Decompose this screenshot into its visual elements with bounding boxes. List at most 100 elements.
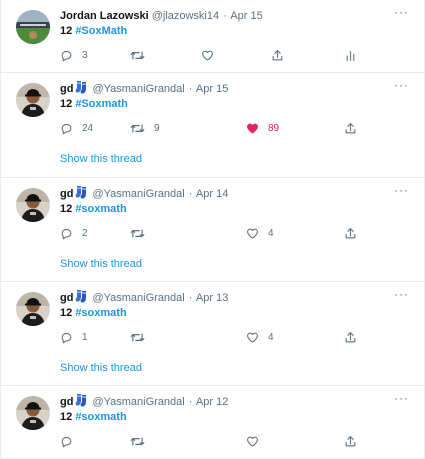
heart-icon [246, 227, 259, 240]
author-name[interactable]: gd [60, 292, 73, 304]
separator-dot: · [188, 292, 193, 304]
share-icon [344, 227, 357, 240]
share-button[interactable] [344, 225, 357, 241]
tweet-date[interactable]: Apr 13 [196, 292, 228, 304]
like-button[interactable] [201, 47, 214, 63]
avatar[interactable] [16, 292, 50, 326]
tweet[interactable]: gd @YasmaniGrandal · Apr 14 ··· 12 #soxmath… [1, 178, 424, 282]
tweet-number: 12 [60, 307, 73, 319]
tweet[interactable]: gd @YasmaniGrandal · Apr 12 ··· 12 #soxmath [1, 386, 424, 459]
share-icon [344, 435, 357, 448]
tweet-feed: Jordan Lazowski @jlazowski14 · Apr 15 ···… [0, 0, 425, 459]
share-button[interactable] [344, 120, 357, 136]
share-button[interactable] [271, 47, 284, 63]
retweet-icon [130, 49, 145, 62]
analytics-button[interactable] [344, 47, 357, 63]
retweet-count: 9 [154, 122, 160, 134]
retweet-button[interactable] [130, 329, 145, 345]
author-name[interactable]: gd [60, 188, 73, 200]
author-handle[interactable]: @jlazowski14 [152, 10, 219, 22]
separator-dot: · [188, 396, 193, 408]
reply-button[interactable]: 3 [60, 47, 88, 63]
like-count: 89 [268, 122, 280, 134]
reply-button[interactable]: 24 [60, 120, 93, 136]
tweet-text: 12 #soxmath [60, 409, 127, 425]
retweet-icon [130, 227, 145, 240]
avatar[interactable] [16, 10, 50, 44]
author-name[interactable]: Jordan Lazowski [60, 10, 149, 22]
like-count: 4 [268, 227, 274, 239]
author-handle[interactable]: @YasmaniGrandal [92, 83, 184, 95]
avatar[interactable] [16, 188, 50, 222]
tweet-number: 12 [60, 98, 73, 110]
reply-icon [60, 435, 73, 448]
heart-icon [246, 435, 259, 448]
reply-button[interactable]: 2 [60, 225, 88, 241]
more-options-icon[interactable]: ··· [394, 391, 409, 405]
tweet-number: 12 [60, 411, 73, 423]
more-options-icon[interactable]: ··· [394, 183, 409, 197]
action-bar: 3 [60, 47, 370, 63]
show-thread-link[interactable]: Show this thread [60, 153, 142, 165]
retweet-button[interactable] [130, 47, 145, 63]
tweet-text: 12 #SoxMath [60, 23, 127, 39]
share-button[interactable] [344, 329, 357, 345]
author-handle[interactable]: @YasmaniGrandal [92, 188, 184, 200]
tweet[interactable]: gd @YasmaniGrandal · Apr 13 ··· 12 #soxmath… [1, 282, 424, 386]
tweet[interactable]: gd @YasmaniGrandal · Apr 15 ··· 12 #Soxmath… [1, 73, 424, 178]
reply-icon [60, 122, 73, 135]
hashtag-link[interactable]: #Soxmath [75, 98, 128, 110]
show-thread-link[interactable]: Show this thread [60, 362, 142, 374]
reply-button[interactable] [60, 433, 73, 449]
avatar[interactable] [16, 396, 50, 430]
hashtag-link[interactable]: #soxmath [75, 203, 126, 215]
more-options-icon[interactable]: ··· [394, 78, 409, 92]
action-bar: 24 [60, 225, 370, 241]
author-name[interactable]: gd [60, 83, 73, 95]
author-handle[interactable]: @YasmaniGrandal [92, 292, 184, 304]
retweet-button[interactable]: 9 [130, 120, 160, 136]
tweet-date[interactable]: Apr 14 [196, 188, 228, 200]
reply-icon [60, 227, 73, 240]
retweet-icon [130, 331, 145, 344]
retweet-button[interactable] [130, 225, 145, 241]
like-button[interactable]: 4 [246, 225, 274, 241]
share-icon [344, 122, 357, 135]
more-options-icon[interactable]: ··· [394, 287, 409, 301]
retweet-icon [130, 435, 145, 448]
hashtag-link[interactable]: #SoxMath [75, 25, 127, 37]
like-button[interactable]: 89 [246, 120, 279, 136]
heart-icon [246, 331, 259, 344]
action-bar: 24 9 89 [60, 120, 370, 136]
share-button[interactable] [344, 433, 357, 449]
separator-dot: · [188, 83, 193, 95]
author-name[interactable]: gd [60, 396, 73, 408]
hashtag-link[interactable]: #soxmath [75, 411, 126, 423]
reply-count: 3 [82, 49, 88, 61]
retweet-button[interactable] [130, 433, 145, 449]
tweet-date[interactable]: Apr 12 [196, 396, 228, 408]
tweet[interactable]: Jordan Lazowski @jlazowski14 · Apr 15 ···… [1, 0, 424, 73]
tweet-number: 12 [60, 203, 73, 215]
reply-icon [60, 331, 73, 344]
show-thread-link[interactable]: Show this thread [60, 258, 142, 270]
tweet-text: 12 #soxmath [60, 305, 127, 321]
separator-dot: · [188, 188, 193, 200]
share-icon [271, 49, 284, 62]
tweet-date[interactable]: Apr 15 [230, 10, 262, 22]
reply-icon [60, 49, 73, 62]
reply-count: 24 [82, 122, 94, 134]
like-button[interactable] [246, 433, 259, 449]
tweet-date[interactable]: Apr 15 [196, 83, 228, 95]
like-count: 4 [268, 331, 274, 343]
more-options-icon[interactable]: ··· [394, 5, 409, 19]
tweet-header: Jordan Lazowski @jlazowski14 · Apr 15 [60, 8, 263, 24]
like-button[interactable]: 4 [246, 329, 274, 345]
share-icon [344, 331, 357, 344]
separator-dot: · [223, 10, 227, 22]
reply-button[interactable]: 1 [60, 329, 88, 345]
avatar[interactable] [16, 83, 50, 117]
action-bar [60, 433, 370, 449]
hashtag-link[interactable]: #soxmath [75, 307, 126, 319]
author-handle[interactable]: @YasmaniGrandal [92, 396, 184, 408]
